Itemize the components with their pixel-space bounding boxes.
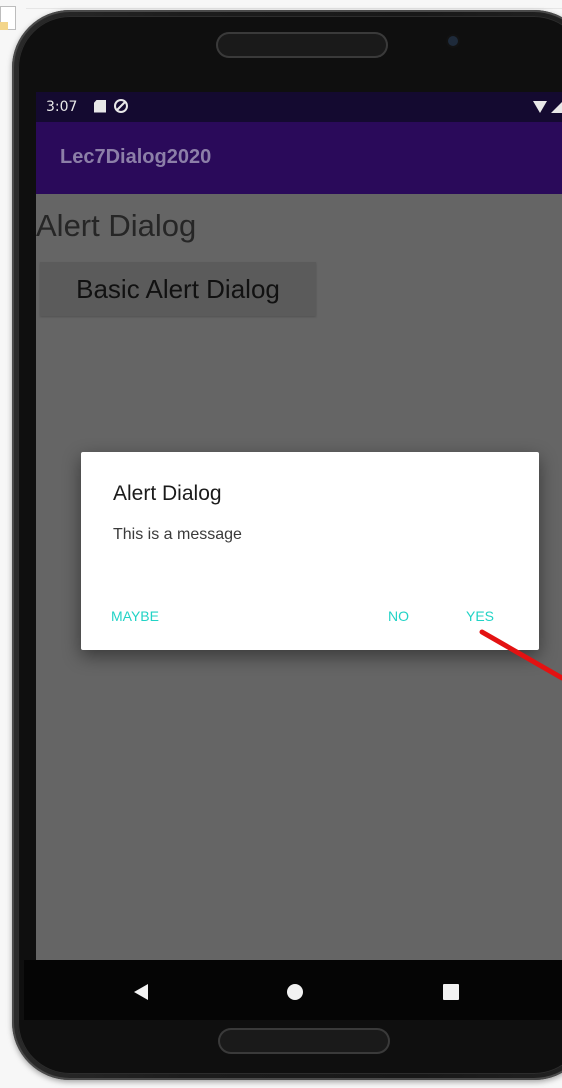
signal-icon — [551, 100, 562, 113]
dialog-message: This is a message — [113, 526, 242, 543]
front-camera-icon — [448, 36, 458, 46]
app-bar: Lec7Dialog2020 — [36, 122, 562, 194]
annotation-arrow-line — [479, 629, 562, 681]
phone-frame: 3:07 Lec7Dialog2020 Alert Dialog Basic A… — [12, 10, 562, 1080]
device-screen: 3:07 Lec7Dialog2020 Alert Dialog Basic A… — [36, 92, 562, 970]
basic-alert-dialog-button[interactable]: Basic Alert Dialog — [40, 262, 316, 316]
screenshot-stage: 3:07 Lec7Dialog2020 Alert Dialog Basic A… — [0, 0, 562, 1088]
status-time: 3:07 — [46, 99, 78, 115]
sync-icon — [114, 99, 128, 113]
status-bar: 3:07 — [36, 92, 562, 122]
navigation-bar — [24, 960, 562, 1020]
yes-button[interactable]: YES — [466, 608, 494, 624]
top-divider — [26, 8, 562, 9]
maybe-button[interactable]: MAYBE — [111, 608, 159, 624]
sd-card-icon — [94, 99, 106, 113]
home-icon[interactable] — [287, 984, 303, 1000]
alert-dialog: Alert Dialog This is a message MAYBE NO … — [81, 452, 539, 650]
dialog-title: Alert Dialog — [113, 482, 222, 505]
back-icon[interactable] — [134, 984, 148, 1000]
wifi-icon — [533, 100, 547, 113]
status-icons-right — [533, 100, 562, 113]
recents-icon[interactable] — [443, 984, 459, 1000]
app-title: Lec7Dialog2020 — [60, 146, 212, 168]
top-speaker — [216, 32, 388, 58]
annotation-arrow — [479, 629, 562, 681]
page-corner-mark — [0, 22, 8, 30]
status-icons-left — [94, 99, 128, 113]
bottom-speaker — [218, 1028, 390, 1054]
page-heading: Alert Dialog — [36, 208, 197, 243]
no-button[interactable]: NO — [388, 608, 409, 624]
